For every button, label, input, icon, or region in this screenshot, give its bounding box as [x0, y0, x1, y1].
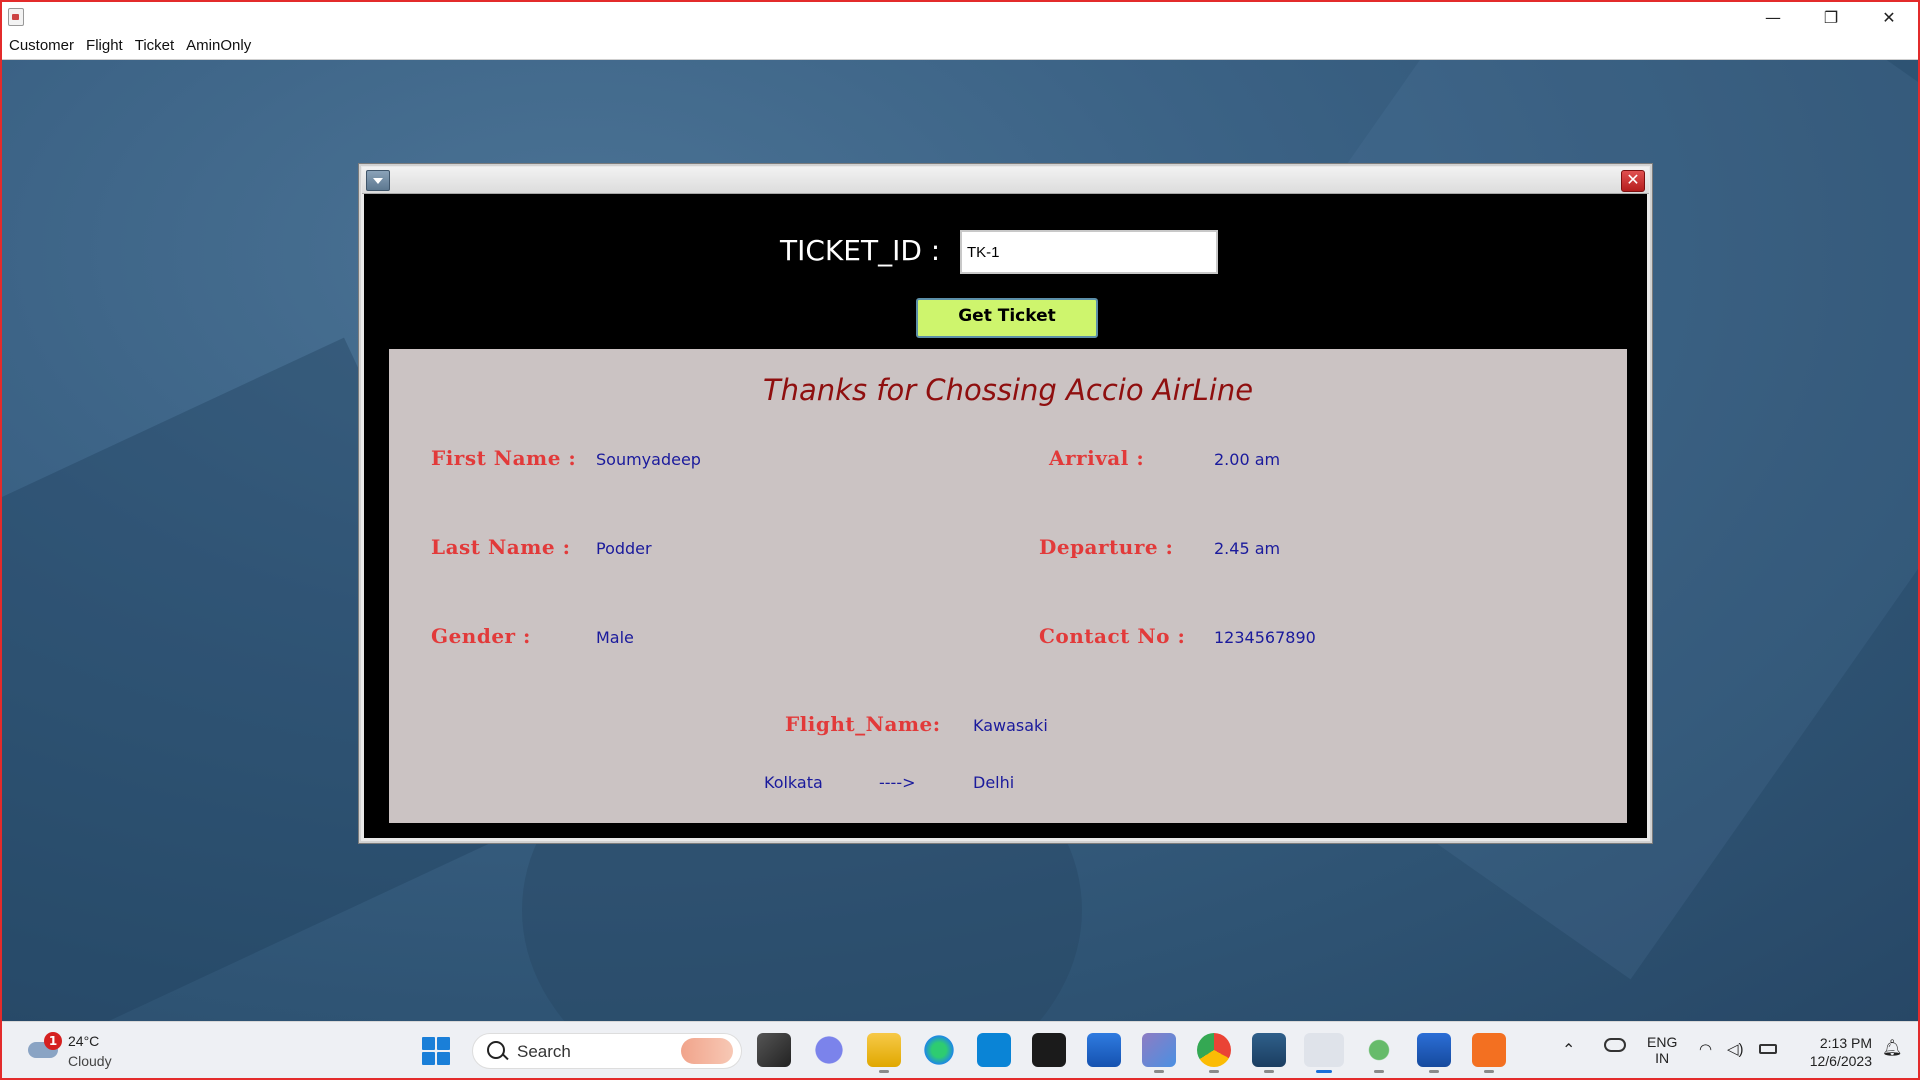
- flight-name-value: Kawasaki: [973, 716, 1048, 735]
- thanks-heading: Thanks for Chossing Accio AirLine: [762, 373, 1254, 407]
- temperature: 24°C: [68, 1033, 100, 1049]
- desktop-pane: ✕ TICKET_ID : Get Ticket Thanks for Chos…: [2, 60, 1918, 1022]
- notification-badge: 1: [44, 1032, 62, 1050]
- search-highlight-image: [681, 1038, 733, 1064]
- close-window-button[interactable]: ✕: [1860, 2, 1918, 33]
- restore-button[interactable]: ❐: [1802, 2, 1860, 33]
- atom-icon[interactable]: [1362, 1033, 1396, 1073]
- get-ticket-button[interactable]: Get Ticket: [916, 298, 1098, 338]
- chevron-up-icon[interactable]: ⌃: [1562, 1040, 1575, 1078]
- file-explorer-icon[interactable]: [867, 1033, 901, 1073]
- minimize-button[interactable]: —: [1744, 2, 1802, 33]
- taskbar: 1 24°C Cloudy Search ⌃ ENG IN ◠ ◁) 2:13 …: [2, 1021, 1918, 1078]
- departure-value: 2.45 am: [1214, 539, 1281, 558]
- app-window: — ❐ ✕ Customer Flight Ticket AminOnly ✕ TIC…: [0, 0, 1920, 1080]
- departure-label: Departure :: [1039, 535, 1174, 559]
- last-name-label: Last Name :: [431, 535, 571, 559]
- edge-icon[interactable]: [922, 1033, 956, 1067]
- ticket-search-panel: TICKET_ID : Get Ticket Thanks for Chossi…: [364, 194, 1647, 838]
- store-icon[interactable]: [1087, 1033, 1121, 1067]
- gender-label: Gender :: [431, 624, 531, 648]
- frame-menu-icon[interactable]: [366, 170, 390, 191]
- origin-city: Kolkata: [764, 773, 823, 792]
- word-icon[interactable]: [1417, 1033, 1451, 1073]
- first-name-label: First Name :: [431, 446, 577, 470]
- first-name-value: Soumyadeep: [596, 450, 701, 469]
- windows-start-icon[interactable]: [422, 1037, 450, 1065]
- volume-icon[interactable]: ◁): [1727, 1040, 1744, 1078]
- menu-bar: Customer Flight Ticket AminOnly: [2, 33, 1918, 60]
- title-bar[interactable]: — ❐ ✕: [2, 2, 1918, 34]
- language-indicator[interactable]: ENG IN: [1647, 1034, 1677, 1078]
- menu-ticket[interactable]: Ticket: [128, 33, 179, 54]
- weather-widget[interactable]: 1 24°C Cloudy: [28, 1032, 138, 1072]
- cortana-icon[interactable]: [977, 1033, 1011, 1067]
- arrival-value: 2.00 am: [1214, 450, 1281, 469]
- wifi-icon[interactable]: ◠: [1699, 1040, 1712, 1078]
- java-icon[interactable]: [1304, 1033, 1344, 1073]
- contact-label: Contact No :: [1039, 624, 1186, 648]
- gender-value: Male: [596, 628, 634, 647]
- ticket-id-input[interactable]: [960, 230, 1218, 274]
- menu-customer[interactable]: Customer: [2, 33, 79, 54]
- flight-name-label: Flight_Name:: [785, 712, 941, 736]
- ticket-internal-frame: ✕ TICKET_ID : Get Ticket Thanks for Chos…: [358, 163, 1653, 844]
- destination-city: Delhi: [973, 773, 1015, 792]
- xampp-icon[interactable]: [1472, 1033, 1506, 1073]
- chrome-icon[interactable]: [1197, 1033, 1231, 1073]
- contact-value: 1234567890: [1214, 628, 1316, 647]
- route-arrow: ---->: [879, 773, 916, 792]
- menu-aminonly[interactable]: AminOnly: [179, 33, 256, 54]
- java-app-icon: [8, 8, 24, 26]
- mysql-icon[interactable]: [1252, 1033, 1286, 1073]
- arrival-label: Arrival :: [1049, 446, 1145, 470]
- internal-frame-title-bar[interactable]: ✕: [362, 167, 1649, 194]
- chat-icon[interactable]: [812, 1033, 846, 1067]
- search-icon: [487, 1041, 505, 1059]
- terminal-icon[interactable]: [1032, 1033, 1066, 1067]
- menu-flight[interactable]: Flight: [79, 33, 128, 54]
- task-view-icon[interactable]: [757, 1033, 791, 1067]
- frame-close-button[interactable]: ✕: [1621, 170, 1645, 192]
- weather-condition: Cloudy: [68, 1053, 112, 1069]
- taskbar-search[interactable]: Search: [472, 1033, 742, 1069]
- ticket-details-card: Thanks for Chossing Accio AirLine First …: [389, 349, 1627, 823]
- cube-app-icon[interactable]: [1142, 1033, 1176, 1073]
- onedrive-icon[interactable]: [1604, 1038, 1626, 1052]
- battery-icon[interactable]: [1759, 1044, 1777, 1054]
- clock[interactable]: 2:13 PM 12/6/2023: [1792, 1034, 1872, 1078]
- last-name-value: Podder: [596, 539, 652, 558]
- notification-bell-icon[interactable]: 🔔︎: [1882, 1038, 1902, 1078]
- ticket-id-label: TICKET_ID :: [780, 234, 941, 267]
- search-placeholder: Search: [517, 1042, 571, 1061]
